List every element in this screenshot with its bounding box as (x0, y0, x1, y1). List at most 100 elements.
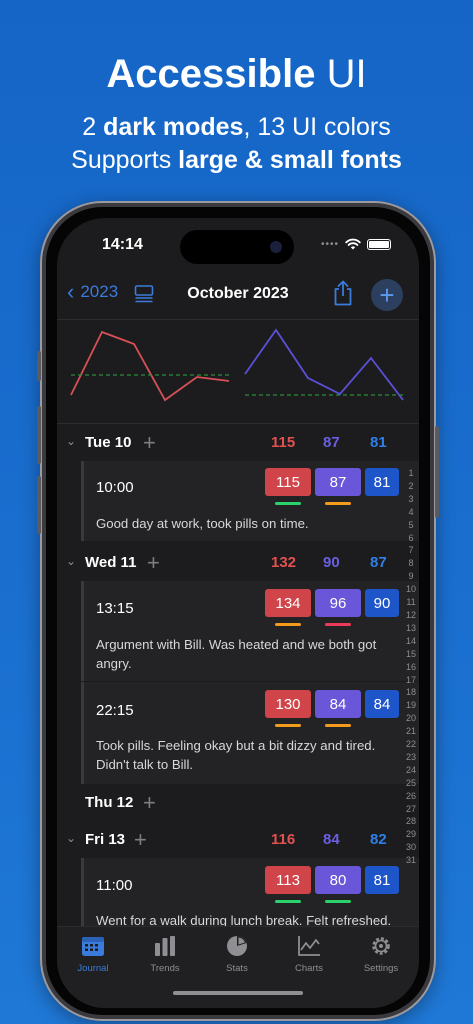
add-day-entry-button[interactable]: + (147, 550, 160, 576)
day-index-item[interactable]: 28 (403, 815, 419, 828)
entry-note: Took pills. Feeling okay but a bit dizzy… (96, 738, 376, 772)
add-day-entry-button[interactable]: + (143, 790, 156, 816)
day-header[interactable]: ⌄ Fri 13 + 116 84 82 (57, 822, 419, 858)
day-index-item[interactable]: 26 (403, 790, 419, 803)
day-index-item[interactable]: 15 (403, 648, 419, 661)
journal-entry[interactable]: 13:15 134 96 90 Argument with Bill. Was … (81, 581, 419, 681)
day-index-item[interactable]: 23 (403, 751, 419, 764)
add-entry-button[interactable]: + (371, 279, 403, 311)
list-view-icon[interactable] (134, 284, 154, 304)
bar-chart-icon (155, 936, 175, 956)
day-index-item[interactable]: 12 (403, 609, 419, 622)
volume-down-button (37, 476, 41, 534)
systolic-status-indicator (275, 623, 301, 626)
entry-pulse: 90 (365, 589, 399, 617)
add-day-entry-button[interactable]: + (143, 430, 156, 456)
tab-journal[interactable]: Journal (57, 935, 129, 974)
day-index-item[interactable]: 30 (403, 841, 419, 854)
day-index-item[interactable]: 2 (403, 480, 419, 493)
day-index-item[interactable]: 22 (403, 738, 419, 751)
diastolic-trend-line (244, 328, 404, 401)
journal-entry[interactable]: 10:00 115 87 81 Good day at work, took p… (81, 461, 419, 541)
day-index-item[interactable]: 21 (403, 725, 419, 738)
day-index-item[interactable]: 24 (403, 764, 419, 777)
nav-bar: ‹ 2023 October 2023 + (57, 274, 419, 318)
day-systolic: 115 (271, 434, 296, 451)
tab-label: Settings (363, 963, 399, 974)
subline-2: Supports large & small fonts (0, 146, 473, 175)
day-index-item[interactable]: 16 (403, 661, 419, 674)
day-header[interactable]: ⌄ Wed 11 + 132 90 87 (57, 545, 419, 581)
entry-diastolic: 96 (315, 589, 361, 617)
tab-label: Stats (226, 963, 248, 974)
entry-note: Argument with Bill. Was heated and we bo… (96, 637, 377, 671)
day-index-item[interactable]: 8 (403, 557, 419, 570)
day-index-item[interactable]: 5 (403, 519, 419, 532)
subline-1-bold: dark modes (103, 113, 244, 141)
tab-trends[interactable]: Trends (129, 935, 201, 974)
day-index-item[interactable]: 1 (403, 467, 419, 480)
day-systolic: 116 (271, 831, 296, 848)
day-index-item[interactable]: 27 (403, 803, 419, 816)
entry-time: 13:15 (96, 600, 134, 617)
day-label: Thu 12 (85, 794, 134, 811)
day-index-item[interactable]: 18 (403, 686, 419, 699)
day-index-item[interactable]: 6 (403, 532, 419, 545)
volume-up-button (37, 406, 41, 464)
share-icon[interactable] (332, 280, 354, 306)
chevron-left-icon: ‹ (67, 279, 75, 304)
day-index-item[interactable]: 11 (403, 596, 419, 609)
entry-systolic: 134 (265, 589, 311, 617)
day-index-item[interactable]: 20 (403, 712, 419, 725)
day-index-item[interactable]: 17 (403, 674, 419, 687)
day-index-item[interactable]: 7 (403, 544, 419, 557)
add-day-entry-button[interactable]: + (134, 827, 147, 853)
entry-note: Good day at work, took pills on time. (96, 516, 309, 531)
tab-label: Journal (77, 963, 109, 974)
day-label: Fri 13 (85, 831, 126, 848)
entry-time: 22:15 (96, 702, 134, 719)
subline-2-bold: large & small fonts (178, 146, 402, 174)
day-index-item[interactable]: 3 (403, 493, 419, 506)
day-index-item[interactable]: 4 (403, 506, 419, 519)
headline-rest: UI (326, 52, 367, 96)
phone-frame: 14:14 •••• ‹ 2023 October 2023 + ⌄ Tue 1… (37, 201, 439, 1021)
day-index-scrubber[interactable]: 1 2 3 4 5 6 7 8 9 10 11 12 13 14 15 16 17 18 19 20 21 22 23 24 2… (403, 467, 419, 867)
day-index-item[interactable]: 29 (403, 828, 419, 841)
day-index-item[interactable]: 25 (403, 777, 419, 790)
chevron-down-icon: ⌄ (66, 831, 77, 845)
day-index-item[interactable]: 13 (403, 622, 419, 635)
dynamic-island (180, 230, 294, 264)
entry-diastolic: 80 (315, 866, 361, 894)
day-pulse: 81 (370, 434, 387, 451)
back-button[interactable]: ‹ 2023 (67, 281, 118, 303)
tab-charts[interactable]: Charts (273, 935, 345, 974)
day-header[interactable]: ⌄ Tue 10 + 115 87 81 (57, 425, 419, 461)
day-pulse: 82 (370, 831, 387, 848)
day-index-item[interactable]: 14 (403, 635, 419, 648)
day-systolic: 132 (271, 554, 297, 571)
subline-1-prefix: 2 (82, 113, 104, 141)
day-pulse: 87 (370, 554, 387, 571)
systolic-status-indicator (275, 502, 301, 505)
tab-stats[interactable]: Stats (201, 935, 273, 974)
day-index-item[interactable]: 19 (403, 699, 419, 712)
camera-icon (270, 241, 282, 253)
action-button (37, 351, 41, 381)
status-icons: •••• (321, 238, 391, 250)
diastolic-status-indicator (325, 900, 351, 903)
entry-pulse: 84 (365, 690, 399, 718)
entry-time: 10:00 (96, 479, 134, 496)
day-diastolic: 87 (323, 434, 340, 451)
subline-1-suffix: , 13 UI colors (243, 113, 391, 141)
systolic-trend-line (70, 330, 230, 402)
journal-entry[interactable]: 22:15 130 84 84 Took pills. Feeling okay… (81, 682, 419, 784)
wifi-icon (345, 238, 361, 250)
day-index-item[interactable]: 10 (403, 583, 419, 596)
pie-chart-icon (227, 936, 247, 956)
gear-icon (372, 937, 390, 955)
day-header[interactable]: Thu 12 + (57, 785, 419, 821)
day-index-item[interactable]: 31 (403, 854, 419, 867)
tab-settings[interactable]: Settings (345, 935, 417, 974)
day-index-item[interactable]: 9 (403, 570, 419, 583)
